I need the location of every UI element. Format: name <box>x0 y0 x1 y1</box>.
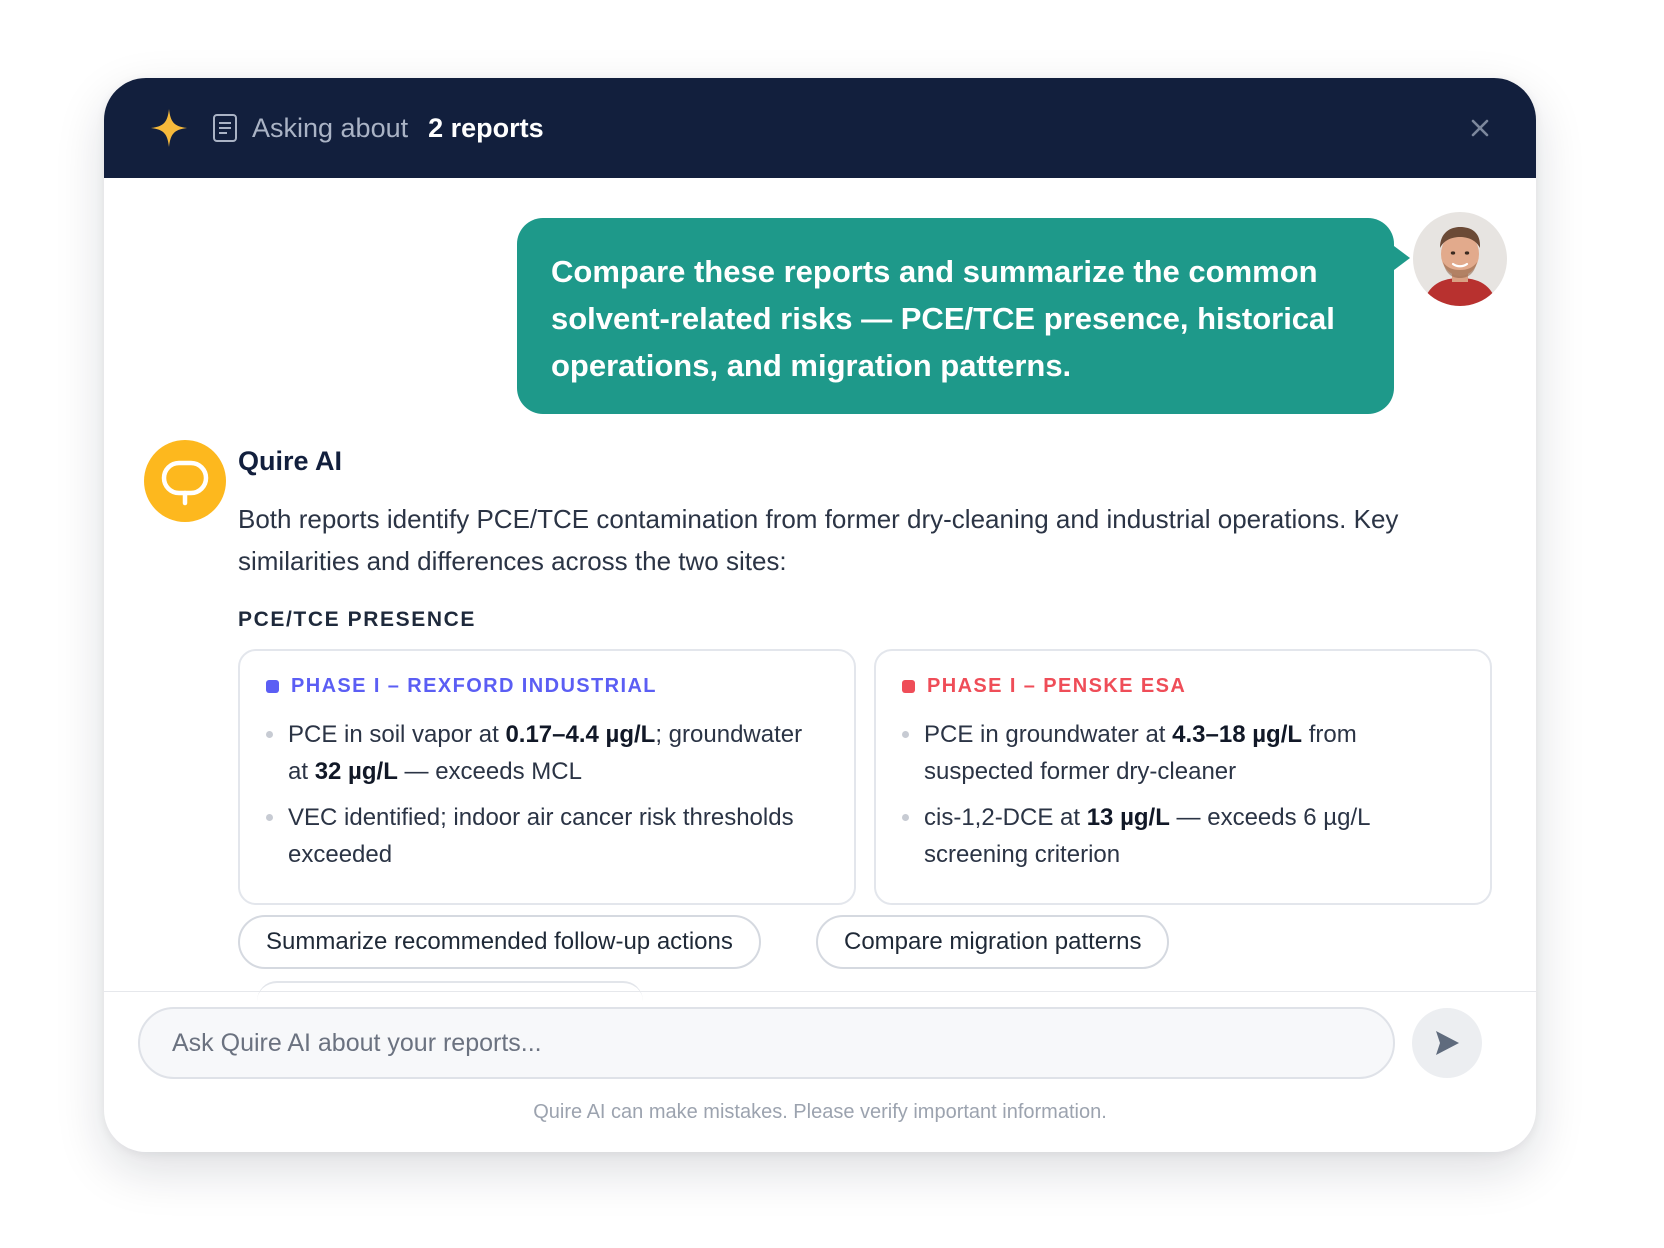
section-heading: PCE/TCE PRESENCE <box>238 608 476 631</box>
bubble-tail <box>1394 246 1410 270</box>
send-button[interactable] <box>1412 1008 1482 1078</box>
list-item: VEC identified; indoor air cancer risk t… <box>266 799 828 873</box>
report-color-dot <box>902 680 915 693</box>
chat-header: Asking about 2 reports <box>104 78 1536 178</box>
suggestion-follow-up-actions[interactable]: Summarize recommended follow-up actions <box>238 915 761 969</box>
asking-about-label: Asking about <box>252 112 409 143</box>
card-title-text: PHASE I – PENSKE ESA <box>927 675 1187 697</box>
ai-intro-text: Both reports identify PCE/TCE contaminat… <box>238 504 1399 576</box>
document-icon <box>213 114 237 142</box>
user-message-bubble: Compare these reports and summarize the … <box>517 218 1394 414</box>
bullet-dot <box>266 814 273 821</box>
chat-bubble-icon <box>161 460 209 506</box>
report-count[interactable]: 2 reports <box>428 113 544 144</box>
list-item: PCE in soil vapor at 0.17–4.4 µg/L; grou… <box>266 716 828 790</box>
report-card-rexford: PHASE I – REXFORD INDUSTRIAL PCE in soil… <box>238 649 856 905</box>
ask-input[interactable] <box>138 1007 1395 1079</box>
suggestion-migration-patterns[interactable]: Compare migration patterns <box>816 915 1170 969</box>
composer-divider <box>104 991 1536 992</box>
send-icon <box>1436 1031 1459 1055</box>
card-title: PHASE I – PENSKE ESA <box>902 675 1464 698</box>
quire-ai-avatar <box>144 440 226 522</box>
list-item: cis-1,2-DCE at 13 µg/L — exceeds 6 µg/L … <box>902 799 1464 873</box>
list-item: PCE in groundwater at 4.3–18 µg/L from s… <box>902 716 1464 790</box>
user-avatar <box>1413 212 1507 306</box>
ai-sender-name: Quire AI <box>238 446 343 476</box>
disclaimer-text: Quire AI can make mistakes. Please verif… <box>533 1101 1107 1123</box>
sparkle-icon <box>151 109 187 147</box>
card-title-text: PHASE I – REXFORD INDUSTRIAL <box>291 675 657 697</box>
bullet-dot <box>266 731 273 738</box>
bullet-list: PCE in groundwater at 4.3–18 µg/L from s… <box>902 716 1464 873</box>
close-icon[interactable] <box>1464 112 1496 144</box>
report-card-penske: PHASE I – PENSKE ESA PCE in groundwater … <box>874 649 1492 905</box>
bullet-list: PCE in soil vapor at 0.17–4.4 µg/L; grou… <box>266 716 828 873</box>
report-color-dot <box>266 680 279 693</box>
bullet-dot <box>902 731 909 738</box>
chat-panel: Asking about 2 reports Compare these rep… <box>104 78 1536 1152</box>
bullet-dot <box>902 814 909 821</box>
card-title: PHASE I – REXFORD INDUSTRIAL <box>266 675 828 698</box>
